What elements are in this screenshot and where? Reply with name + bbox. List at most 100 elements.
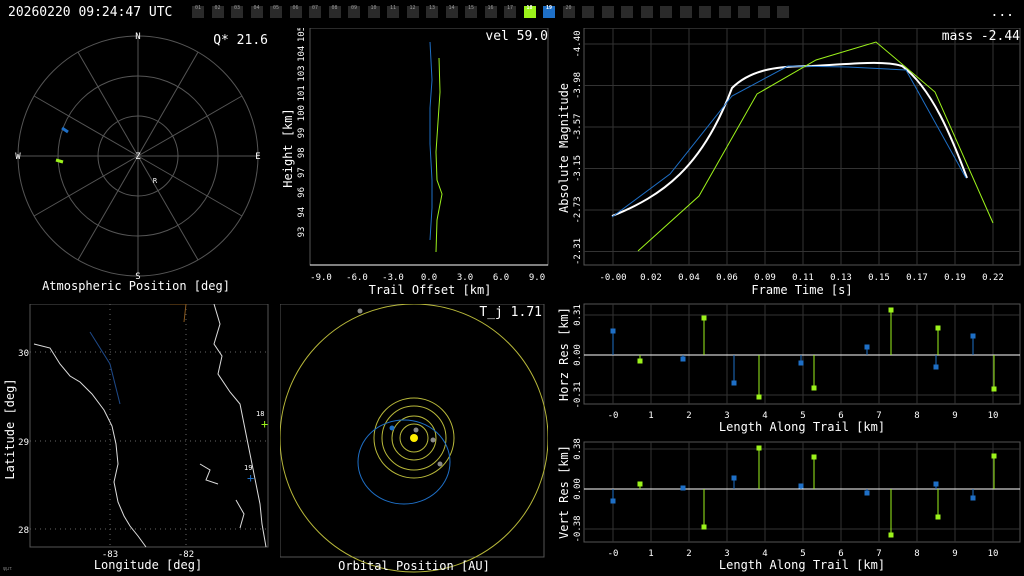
camera-slot-empty [640, 6, 653, 18]
atmospheric-polar-plot: N S E W Z R Q* 21.6 Atmospheric Position… [15, 32, 268, 293]
vr-ytick: 0.00 [573, 478, 583, 500]
station-19-label: 19 [244, 464, 252, 472]
mag-xtick: 0.11 [792, 273, 814, 283]
residual-point-blue [970, 333, 976, 339]
vr-ytick: 0.38 [573, 438, 583, 460]
residual-point-green [991, 453, 997, 459]
height-ylabel: Height [km] [281, 108, 295, 187]
height-ytick: 101 [297, 85, 307, 101]
hr-ytick: 0.00 [573, 344, 583, 366]
height-ytick: 99 [297, 128, 307, 139]
camera-slot[interactable]: 01 [192, 5, 204, 18]
camera-slot[interactable]: 08 [328, 5, 341, 18]
height-ytick: 93 [297, 227, 307, 238]
residual-point-blue [864, 344, 870, 350]
map-xlabel: Longitude [deg] [94, 558, 202, 572]
west-label: W [15, 152, 21, 162]
camera-slot[interactable]: 06 [289, 5, 302, 18]
height-xtick: 6.0 [493, 273, 509, 283]
mag-xtick: 0.04 [678, 273, 700, 283]
height-ytick: 100 [297, 105, 307, 121]
camera-slot-empty [718, 6, 731, 18]
vr-ytick: -0.38 [573, 515, 583, 542]
camera-slot[interactable]: 07 [309, 5, 321, 18]
camera-slot[interactable]: 04 [250, 5, 263, 18]
corner-icon: ψμτ [3, 566, 13, 572]
q-star-stat: Q* 21.6 [213, 33, 268, 48]
height-xtick: 9.0 [529, 273, 545, 283]
radiant-label: R [153, 177, 158, 185]
height-xtick: -9.0 [310, 273, 332, 283]
mag-ytick: -3.15 [573, 155, 583, 182]
residual-point-green [991, 386, 997, 392]
orbit-label: Orbital Position [AU] [338, 559, 490, 573]
menu-button[interactable]: ... [991, 5, 1014, 20]
camera-slot[interactable]: 12 [406, 5, 419, 18]
camera-slot[interactable]: 17 [504, 5, 516, 18]
camera-slot-empty [738, 6, 750, 18]
camera-slot[interactable]: 16 [484, 5, 497, 18]
mag-xtick: 0.09 [754, 273, 776, 283]
camera-slot[interactable]: 13 [426, 5, 438, 18]
height-ytick: 96 [297, 187, 307, 198]
camera-slot[interactable]: 09 [348, 5, 360, 18]
polar-label: Atmospheric Position [deg] [42, 279, 230, 293]
mass-stat: mass -2.44 [942, 29, 1020, 44]
vr-xtick: 10 [988, 549, 999, 559]
camera-slot[interactable]: 19 [543, 5, 555, 18]
velocity-stat: vel 59.0 [485, 29, 548, 44]
hr-xtick: 8 [914, 411, 919, 421]
residual-point-green [756, 445, 762, 451]
camera-slot[interactable]: 03 [231, 5, 243, 18]
camera-slot-empty [621, 6, 633, 18]
residual-point-green [935, 325, 941, 331]
timestamp: 20260220 09:24:47 UTC [8, 5, 173, 20]
magnitude-plot: -4.40 -3.98 -3.57 -3.15 -2.73 -2.31 -0.00 0.02 0… [557, 28, 1021, 297]
residual-point-green [811, 454, 817, 460]
height-ytick: 94 [297, 207, 307, 218]
camera-slot-empty [601, 6, 614, 18]
mag-ytick: -4.40 [573, 30, 583, 57]
camera-slot[interactable]: 02 [211, 5, 224, 18]
camera-slot[interactable]: 11 [387, 5, 399, 18]
orbit-plot: T_j 1.71 Orbital Position [AU] [280, 304, 548, 573]
residual-point-blue [610, 498, 616, 504]
trail-green [55, 158, 64, 164]
hr-ytick: -0.31 [573, 381, 583, 408]
mag-xtick: 0.13 [830, 273, 852, 283]
height-xtick: -6.0 [346, 273, 368, 283]
height-xlabel: Trail Offset [km] [369, 283, 492, 297]
height-ytick: 105 [297, 28, 307, 42]
height-xtick: 0.0 [421, 273, 437, 283]
mag-xtick: 0.15 [868, 273, 890, 283]
camera-slot[interactable]: 05 [270, 5, 282, 18]
camera-slot-empty [777, 6, 789, 18]
horz-ylabel: Horz Res [km] [557, 307, 571, 401]
residual-point-blue [970, 495, 976, 501]
vr-xtick: 9 [952, 549, 957, 559]
camera-slot[interactable]: 15 [465, 5, 477, 18]
camera-slot-empty [699, 6, 711, 18]
horz-xlabel: Length Along Trail [km] [719, 420, 885, 434]
hr-xtick: 1 [648, 411, 653, 421]
camera-slot[interactable]: 18 [523, 5, 536, 18]
residual-point-green [811, 385, 817, 391]
east-label: E [255, 152, 260, 162]
camera-slot[interactable]: 10 [367, 5, 380, 18]
mag-xlabel: Frame Time [s] [751, 283, 852, 297]
camera-slot[interactable]: 14 [445, 5, 458, 18]
residual-point-green [888, 532, 894, 538]
residual-point-blue [864, 490, 870, 496]
height-xtick: -3.0 [382, 273, 404, 283]
residual-point-green [701, 524, 707, 530]
camera-slot[interactable]: 20 [562, 5, 575, 18]
north-label: N [135, 32, 140, 42]
residual-point-green [935, 514, 941, 520]
mag-xtick: 0.06 [716, 273, 738, 283]
residual-point-blue [610, 328, 616, 334]
camera-slot-empty [679, 6, 692, 18]
station-18-marker: + [261, 417, 268, 431]
residual-point-green [701, 315, 707, 321]
horizontal-residuals-plot: -01234567891011120.310.00-0.31 Horz Res … [557, 303, 1021, 434]
vr-xtick: 1 [648, 549, 653, 559]
